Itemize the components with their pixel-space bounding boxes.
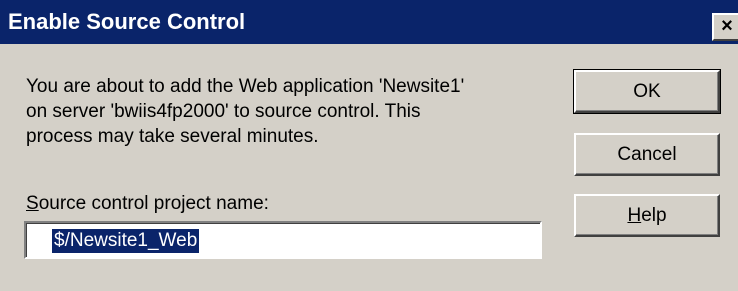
cancel-button-label: Cancel bbox=[617, 144, 677, 165]
project-name-input[interactable]: $/Newsite1_Web bbox=[24, 221, 542, 259]
dialog-message: You are about to add the Web application… bbox=[26, 76, 465, 147]
project-name-label: Source control project name: bbox=[26, 192, 269, 216]
help-button[interactable]: Help bbox=[574, 194, 720, 237]
project-name-value: $/Newsite1_Web bbox=[52, 229, 200, 253]
enable-source-control-dialog: Enable Source Control × You are about to… bbox=[0, 0, 738, 291]
ok-button[interactable]: OK bbox=[573, 69, 721, 114]
help-button-label: elp bbox=[641, 205, 667, 226]
close-button[interactable]: × bbox=[712, 13, 738, 41]
title-bar[interactable]: Enable Source Control bbox=[0, 0, 738, 44]
cancel-button[interactable]: Cancel bbox=[574, 133, 720, 176]
close-icon: × bbox=[721, 15, 733, 37]
project-name-label-text: ource control project name: bbox=[38, 193, 269, 214]
ok-button-label: OK bbox=[633, 81, 661, 102]
dialog-title: Enable Source Control bbox=[8, 9, 246, 34]
help-button-mnemonic: H bbox=[627, 205, 642, 226]
project-name-label-mnemonic: S bbox=[26, 193, 39, 214]
